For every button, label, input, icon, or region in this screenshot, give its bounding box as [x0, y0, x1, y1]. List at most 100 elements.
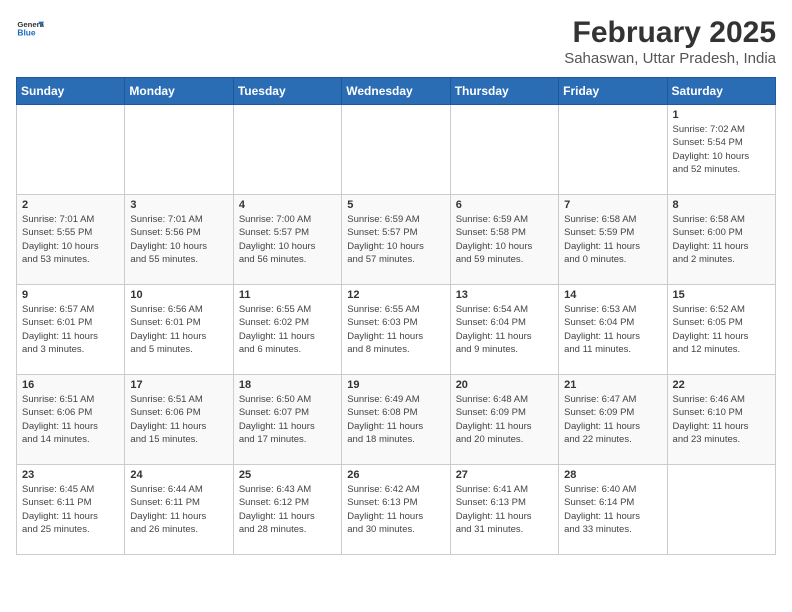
- calendar-title: February 2025: [564, 16, 776, 50]
- day-number: 21: [564, 379, 661, 391]
- cell-content: Sunrise: 6:51 AM Sunset: 6:06 PM Dayligh…: [22, 393, 119, 446]
- day-number: 28: [564, 469, 661, 481]
- day-number: 14: [564, 289, 661, 301]
- cell-content: Sunrise: 7:00 AM Sunset: 5:57 PM Dayligh…: [239, 213, 336, 266]
- day-number: 6: [456, 199, 553, 211]
- cell-content: Sunrise: 6:53 AM Sunset: 6:04 PM Dayligh…: [564, 303, 661, 356]
- calendar-cell: [667, 465, 775, 555]
- day-number: 25: [239, 469, 336, 481]
- cell-content: Sunrise: 6:48 AM Sunset: 6:09 PM Dayligh…: [456, 393, 553, 446]
- svg-text:Blue: Blue: [17, 28, 35, 38]
- page-header: General Blue February 2025 Sahaswan, Utt…: [16, 16, 776, 67]
- calendar-week-2: 2 Sunrise: 7:01 AM Sunset: 5:55 PM Daylig…: [17, 195, 776, 285]
- calendar-week-1: 1Sunrise: 7:02 AM Sunset: 5:54 PM Daylig…: [17, 105, 776, 195]
- cell-content: Sunrise: 6:45 AM Sunset: 6:11 PM Dayligh…: [22, 483, 119, 536]
- cell-content: Sunrise: 6:59 AM Sunset: 5:58 PM Dayligh…: [456, 213, 553, 266]
- calendar-cell: [342, 105, 450, 195]
- calendar-cell: [17, 105, 125, 195]
- calendar-cell: [233, 105, 341, 195]
- calendar-cell: 15 Sunrise: 6:52 AM Sunset: 6:05 PM Dayli…: [667, 285, 775, 375]
- weekday-header-row: SundayMondayTuesdayWednesdayThursdayFrid…: [17, 78, 776, 105]
- day-number: 27: [456, 469, 553, 481]
- cell-content: Sunrise: 6:55 AM Sunset: 6:03 PM Dayligh…: [347, 303, 444, 356]
- calendar-cell: 24 Sunrise: 6:44 AM Sunset: 6:11 PM Dayli…: [125, 465, 233, 555]
- cell-content: Sunrise: 6:47 AM Sunset: 6:09 PM Dayligh…: [564, 393, 661, 446]
- calendar-cell: 25 Sunrise: 6:43 AM Sunset: 6:12 PM Dayli…: [233, 465, 341, 555]
- weekday-header-wednesday: Wednesday: [342, 78, 450, 105]
- cell-content: Sunrise: 6:41 AM Sunset: 6:13 PM Dayligh…: [456, 483, 553, 536]
- day-number: 10: [130, 289, 227, 301]
- calendar-cell: 19 Sunrise: 6:49 AM Sunset: 6:08 PM Dayli…: [342, 375, 450, 465]
- cell-content: Sunrise: 6:51 AM Sunset: 6:06 PM Dayligh…: [130, 393, 227, 446]
- cell-content: Sunrise: 6:42 AM Sunset: 6:13 PM Dayligh…: [347, 483, 444, 536]
- cell-content: Sunrise: 6:59 AM Sunset: 5:57 PM Dayligh…: [347, 213, 444, 266]
- day-number: 4: [239, 199, 336, 211]
- cell-content: Sunrise: 6:46 AM Sunset: 6:10 PM Dayligh…: [673, 393, 770, 446]
- cell-content: Sunrise: 7:01 AM Sunset: 5:55 PM Dayligh…: [22, 213, 119, 266]
- weekday-header-friday: Friday: [559, 78, 667, 105]
- cell-content: Sunrise: 6:55 AM Sunset: 6:02 PM Dayligh…: [239, 303, 336, 356]
- cell-content: Sunrise: 6:49 AM Sunset: 6:08 PM Dayligh…: [347, 393, 444, 446]
- calendar-cell: 1Sunrise: 7:02 AM Sunset: 5:54 PM Daylig…: [667, 105, 775, 195]
- calendar-cell: 28Sunrise: 6:40 AM Sunset: 6:14 PM Dayli…: [559, 465, 667, 555]
- calendar-cell: 11 Sunrise: 6:55 AM Sunset: 6:02 PM Dayli…: [233, 285, 341, 375]
- calendar-cell: [450, 105, 558, 195]
- day-number: 22: [673, 379, 770, 391]
- logo-icon: General Blue: [16, 16, 44, 44]
- weekday-header-sunday: Sunday: [17, 78, 125, 105]
- day-number: 7: [564, 199, 661, 211]
- logo: General Blue: [16, 16, 44, 44]
- day-number: 24: [130, 469, 227, 481]
- cell-content: Sunrise: 6:52 AM Sunset: 6:05 PM Dayligh…: [673, 303, 770, 356]
- day-number: 16: [22, 379, 119, 391]
- day-number: 5: [347, 199, 444, 211]
- day-number: 2: [22, 199, 119, 211]
- calendar-week-4: 16 Sunrise: 6:51 AM Sunset: 6:06 PM Dayli…: [17, 375, 776, 465]
- day-number: 19: [347, 379, 444, 391]
- calendar-cell: 21 Sunrise: 6:47 AM Sunset: 6:09 PM Dayli…: [559, 375, 667, 465]
- calendar-cell: 13Sunrise: 6:54 AM Sunset: 6:04 PM Dayli…: [450, 285, 558, 375]
- calendar-cell: 17 Sunrise: 6:51 AM Sunset: 6:06 PM Dayli…: [125, 375, 233, 465]
- calendar-cell: 3Sunrise: 7:01 AM Sunset: 5:56 PM Daylig…: [125, 195, 233, 285]
- day-number: 11: [239, 289, 336, 301]
- calendar-cell: [125, 105, 233, 195]
- cell-content: Sunrise: 6:54 AM Sunset: 6:04 PM Dayligh…: [456, 303, 553, 356]
- calendar-table: SundayMondayTuesdayWednesdayThursdayFrid…: [16, 77, 776, 555]
- calendar-cell: 6 Sunrise: 6:59 AM Sunset: 5:58 PM Daylig…: [450, 195, 558, 285]
- cell-content: Sunrise: 6:56 AM Sunset: 6:01 PM Dayligh…: [130, 303, 227, 356]
- day-number: 26: [347, 469, 444, 481]
- title-block: February 2025 Sahaswan, Uttar Pradesh, I…: [564, 16, 776, 67]
- calendar-cell: 9Sunrise: 6:57 AM Sunset: 6:01 PM Daylig…: [17, 285, 125, 375]
- cell-content: Sunrise: 6:44 AM Sunset: 6:11 PM Dayligh…: [130, 483, 227, 536]
- cell-content: Sunrise: 7:01 AM Sunset: 5:56 PM Dayligh…: [130, 213, 227, 266]
- calendar-cell: 26 Sunrise: 6:42 AM Sunset: 6:13 PM Dayli…: [342, 465, 450, 555]
- weekday-header-saturday: Saturday: [667, 78, 775, 105]
- calendar-cell: 10 Sunrise: 6:56 AM Sunset: 6:01 PM Dayli…: [125, 285, 233, 375]
- day-number: 23: [22, 469, 119, 481]
- day-number: 12: [347, 289, 444, 301]
- calendar-subtitle: Sahaswan, Uttar Pradesh, India: [564, 50, 776, 67]
- calendar-cell: 20 Sunrise: 6:48 AM Sunset: 6:09 PM Dayli…: [450, 375, 558, 465]
- calendar-cell: 4 Sunrise: 7:00 AM Sunset: 5:57 PM Daylig…: [233, 195, 341, 285]
- calendar-cell: 5 Sunrise: 6:59 AM Sunset: 5:57 PM Daylig…: [342, 195, 450, 285]
- day-number: 17: [130, 379, 227, 391]
- calendar-cell: 2 Sunrise: 7:01 AM Sunset: 5:55 PM Daylig…: [17, 195, 125, 285]
- day-number: 20: [456, 379, 553, 391]
- cell-content: Sunrise: 6:43 AM Sunset: 6:12 PM Dayligh…: [239, 483, 336, 536]
- calendar-cell: 23 Sunrise: 6:45 AM Sunset: 6:11 PM Dayli…: [17, 465, 125, 555]
- calendar-cell: 27 Sunrise: 6:41 AM Sunset: 6:13 PM Dayli…: [450, 465, 558, 555]
- day-number: 9: [22, 289, 119, 301]
- cell-content: Sunrise: 6:58 AM Sunset: 5:59 PM Dayligh…: [564, 213, 661, 266]
- cell-content: Sunrise: 6:50 AM Sunset: 6:07 PM Dayligh…: [239, 393, 336, 446]
- day-number: 8: [673, 199, 770, 211]
- calendar-cell: 7 Sunrise: 6:58 AM Sunset: 5:59 PM Daylig…: [559, 195, 667, 285]
- calendar-cell: [559, 105, 667, 195]
- weekday-header-monday: Monday: [125, 78, 233, 105]
- calendar-cell: 16 Sunrise: 6:51 AM Sunset: 6:06 PM Dayli…: [17, 375, 125, 465]
- cell-content: Sunrise: 7:02 AM Sunset: 5:54 PM Dayligh…: [673, 123, 770, 176]
- day-number: 15: [673, 289, 770, 301]
- calendar-week-5: 23 Sunrise: 6:45 AM Sunset: 6:11 PM Dayli…: [17, 465, 776, 555]
- calendar-cell: 22 Sunrise: 6:46 AM Sunset: 6:10 PM Dayli…: [667, 375, 775, 465]
- calendar-cell: 8Sunrise: 6:58 AM Sunset: 6:00 PM Daylig…: [667, 195, 775, 285]
- calendar-cell: 14 Sunrise: 6:53 AM Sunset: 6:04 PM Dayli…: [559, 285, 667, 375]
